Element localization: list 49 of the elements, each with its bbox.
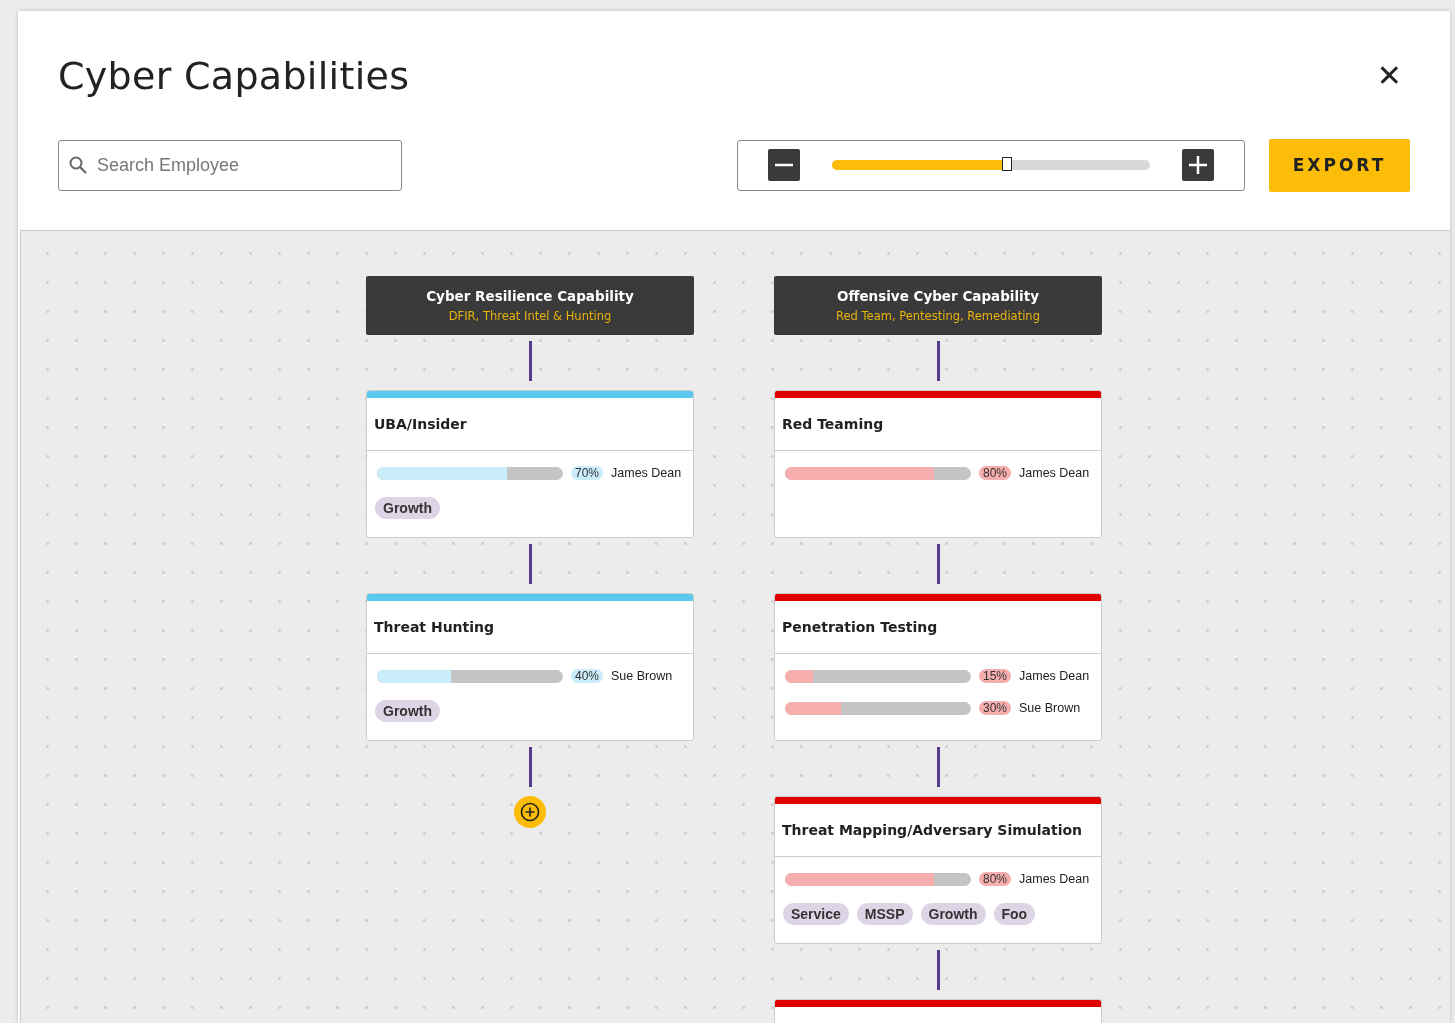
tag-chip[interactable]: MSSP — [856, 903, 913, 925]
capability-title: Cyber Resilience Capability — [426, 288, 634, 304]
percent-label: 30% — [979, 701, 1012, 715]
percent-label: 80% — [979, 466, 1012, 480]
tag-chip[interactable]: Growth — [375, 497, 440, 519]
capability-card[interactable]: Threat Hunting 40% Sue Brown Growth — [366, 593, 694, 741]
percent-label: 40% — [571, 669, 604, 683]
connector-line — [936, 747, 940, 787]
percent-label: 15% — [979, 669, 1012, 683]
card-title: Penetration Testing — [775, 601, 1101, 654]
employee-name: Sue Brown — [611, 669, 673, 683]
capability-card[interactable]: Red Teaming 80% James Dean — [774, 390, 1102, 538]
tag-chip[interactable]: Service — [783, 903, 849, 925]
connector-line — [528, 544, 532, 584]
zoom-in-button[interactable] — [1182, 149, 1214, 181]
tag-chip[interactable]: Growth — [920, 903, 986, 925]
connector-line — [936, 544, 940, 584]
export-button[interactable]: EXPORT — [1269, 138, 1410, 192]
zoom-out-button[interactable] — [768, 149, 800, 181]
search-icon — [68, 154, 88, 175]
slider-thumb[interactable] — [1001, 157, 1012, 171]
employee-name: Sue Brown — [1019, 701, 1081, 715]
employee-name: James Dean — [1019, 872, 1090, 886]
capability-card[interactable]: Threat Mapping/Adversary Simulation 80% James Dean Service MSSP Growth Foo — [774, 796, 1102, 944]
employee-name: James Dean — [1019, 466, 1090, 480]
capability-subtitle: Red Team, Pentesting, Remediating — [836, 309, 1040, 323]
capability-title: Offensive Cyber Capability — [837, 288, 1039, 304]
capability-subtitle: DFIR, Threat Intel & Hunting — [448, 309, 612, 323]
capability-card[interactable]: Penetration Testing 15% James Dean 30% Sue Brown — [774, 593, 1102, 741]
connector-line — [936, 950, 940, 990]
close-button[interactable]: ✕ — [1368, 61, 1410, 91]
tag-chip[interactable]: Growth — [375, 700, 440, 722]
search-field[interactable]: Search Employee — [58, 139, 402, 191]
percent-label: 70% — [571, 466, 604, 480]
tag-chip[interactable]: Foo — [993, 903, 1036, 925]
connector-line — [528, 747, 532, 787]
zoom-slider[interactable] — [832, 160, 1150, 170]
percent-label: 80% — [979, 872, 1012, 886]
connector-line — [936, 341, 940, 381]
add-button[interactable] — [514, 796, 546, 828]
employee-name: James Dean — [1019, 669, 1090, 683]
dialog-title: Cyber Capabilities — [58, 54, 410, 98]
capability-card[interactable]: UBA/Insider 70% James Dean Growth — [366, 390, 694, 538]
card-title: Threat Hunting — [367, 601, 693, 654]
employee-name: James Dean — [611, 466, 682, 480]
connector-line — [528, 341, 532, 381]
card-title: UBA/Insider — [367, 398, 693, 451]
card-title: Threat Mapping/Adversary Simulation — [775, 804, 1101, 857]
card-title: Red Teaming — [775, 398, 1101, 451]
